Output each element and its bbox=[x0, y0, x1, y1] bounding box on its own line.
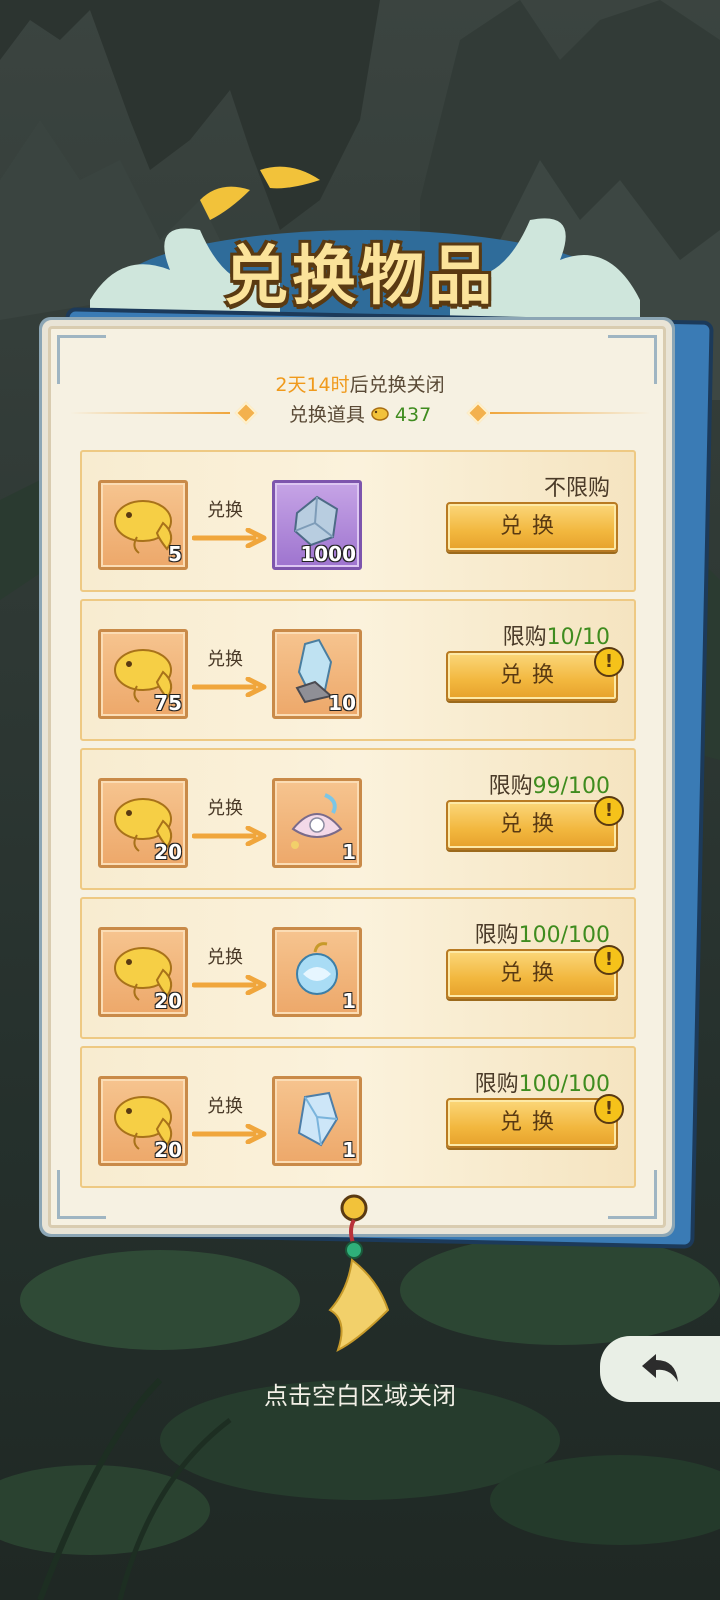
exchange-arrow-label: 兑换 bbox=[207, 1096, 243, 1117]
exchange-arrow-label: 兑换 bbox=[207, 649, 243, 670]
exchange-row: 75 兑换 10 限购10/10 兑换 ! bbox=[80, 599, 636, 741]
exchange-button-label: 兑换 bbox=[499, 514, 564, 539]
tassel-ornament bbox=[328, 1194, 390, 1352]
reward-quantity: 10 bbox=[328, 691, 356, 715]
exchange-row: 20 兑换 1 限购100/100 兑换 ! bbox=[80, 1046, 636, 1188]
exchange-button[interactable]: 兑换 ! bbox=[446, 1094, 624, 1148]
close-timer: 2天14时后兑换关闭 bbox=[0, 370, 720, 397]
cost-item-slot[interactable]: 20 bbox=[98, 927, 188, 1017]
exchange-button[interactable]: 兑换 ! bbox=[446, 945, 624, 999]
arrow-right-icon bbox=[192, 975, 267, 995]
limit-count: 10/10 bbox=[546, 625, 610, 650]
limit-count: 100/100 bbox=[518, 923, 610, 948]
exchange-button-label: 兑换 bbox=[499, 1110, 564, 1135]
currency-label: 兑换道具 bbox=[288, 404, 365, 426]
limit-label: 限购 bbox=[474, 1072, 519, 1097]
reward-item-slot[interactable]: 1 bbox=[272, 778, 362, 868]
purchase-limit: 限购100/100 bbox=[475, 1066, 610, 1098]
limit-label: 不限购 bbox=[543, 476, 610, 501]
exchange-button[interactable]: 兑换 ! bbox=[446, 796, 624, 850]
limit-label: 限购 bbox=[502, 625, 547, 650]
reward-quantity: 1 bbox=[342, 840, 356, 864]
exchange-button-label: 兑换 bbox=[499, 663, 564, 688]
reward-item-slot[interactable]: 10 bbox=[272, 629, 362, 719]
exchange-button[interactable]: 兑换 bbox=[446, 502, 618, 552]
currency-amount: 437 bbox=[394, 404, 432, 426]
purchase-limit: 不限购 bbox=[544, 470, 610, 502]
cost-quantity: 75 bbox=[154, 691, 182, 715]
exchange-button-label: 兑换 bbox=[499, 812, 564, 837]
arrow-right-icon bbox=[192, 826, 267, 846]
reward-item-slot[interactable]: 1 bbox=[272, 927, 362, 1017]
alert-icon: ! bbox=[594, 945, 624, 975]
reward-item-slot[interactable]: 1000 bbox=[272, 480, 362, 570]
exchange-arrow-label: 兑换 bbox=[207, 798, 243, 819]
cost-item-slot[interactable]: 20 bbox=[98, 1076, 188, 1166]
exchange-row: 20 兑换 1 限购100/100 兑换 ! bbox=[80, 897, 636, 1039]
back-arrow-icon bbox=[642, 1354, 678, 1382]
arrow-right-icon bbox=[192, 677, 267, 697]
alert-icon: ! bbox=[594, 796, 624, 826]
page-title: 兑换物品 bbox=[224, 239, 496, 314]
alert-icon: ! bbox=[594, 1094, 624, 1124]
cost-quantity: 20 bbox=[154, 1138, 182, 1162]
golden-carp-icon bbox=[371, 407, 389, 421]
timer-remaining: 2天14时 bbox=[275, 374, 350, 396]
exchange-row: 20 兑换 1 限购99/100 兑换 ! bbox=[80, 748, 636, 890]
currency-balance: 兑换道具 437 bbox=[0, 400, 720, 428]
cost-item-slot[interactable]: 20 bbox=[98, 778, 188, 868]
exchange-arrow-label: 兑换 bbox=[207, 500, 243, 521]
back-button[interactable] bbox=[600, 1336, 720, 1402]
reward-quantity: 1000 bbox=[300, 542, 356, 566]
cost-item-slot[interactable]: 5 bbox=[98, 480, 188, 570]
limit-label: 限购 bbox=[488, 774, 533, 799]
limit-count: 100/100 bbox=[518, 1072, 610, 1097]
reward-quantity: 1 bbox=[342, 989, 356, 1013]
limit-count: 99/100 bbox=[532, 774, 610, 799]
arrow-right-icon bbox=[192, 528, 267, 548]
purchase-limit: 限购10/10 bbox=[503, 619, 610, 651]
cost-quantity: 5 bbox=[168, 542, 182, 566]
limit-label: 限购 bbox=[474, 923, 519, 948]
reward-item-slot[interactable]: 1 bbox=[272, 1076, 362, 1166]
reward-quantity: 1 bbox=[342, 1138, 356, 1162]
cost-quantity: 20 bbox=[154, 840, 182, 864]
exchange-button-label: 兑换 bbox=[499, 961, 564, 986]
purchase-limit: 限购99/100 bbox=[489, 768, 610, 800]
cost-quantity: 20 bbox=[154, 989, 182, 1013]
timer-suffix: 后兑换关闭 bbox=[349, 374, 445, 396]
cost-item-slot[interactable]: 75 bbox=[98, 629, 188, 719]
exchange-button[interactable]: 兑换 ! bbox=[446, 647, 624, 701]
alert-icon: ! bbox=[594, 647, 624, 677]
purchase-limit: 限购100/100 bbox=[475, 917, 610, 949]
exchange-arrow-label: 兑换 bbox=[207, 947, 243, 968]
arrow-right-icon bbox=[192, 1124, 267, 1144]
exchange-row: 5 兑换 1000 不限购 兑换 bbox=[80, 450, 636, 592]
